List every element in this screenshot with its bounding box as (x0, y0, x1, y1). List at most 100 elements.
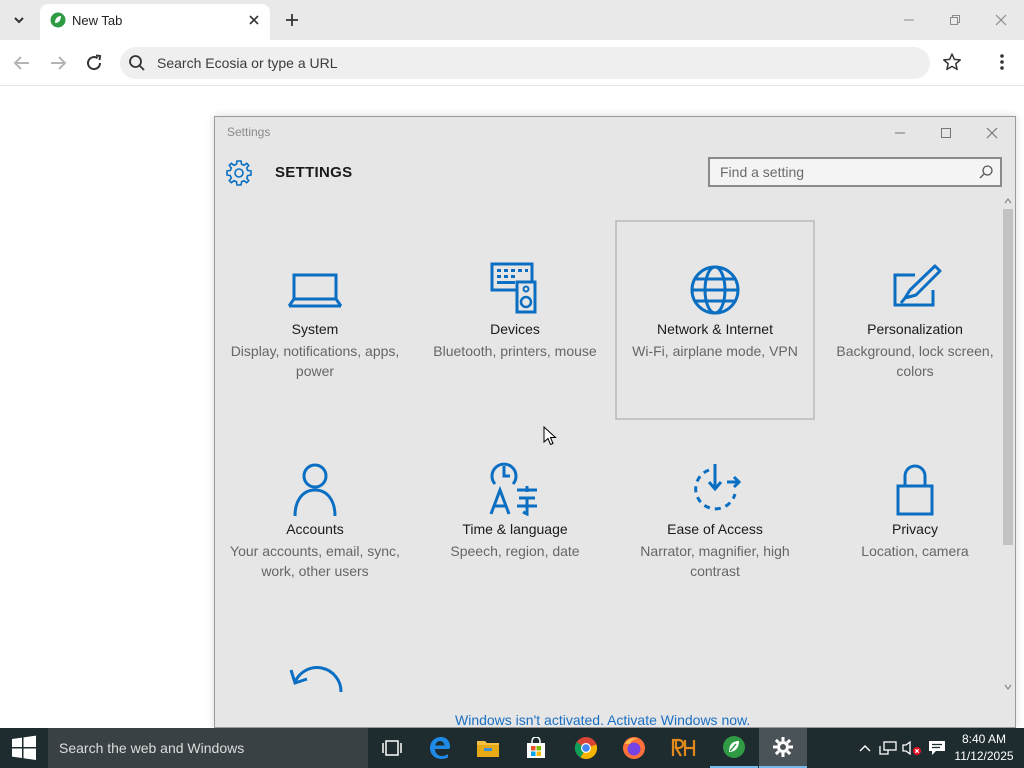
tile-update-security[interactable] (215, 620, 415, 710)
globe-icon (690, 265, 740, 315)
taskbar-search-box[interactable]: Search the web and Windows (48, 728, 368, 768)
address-bar[interactable]: Search Ecosia or type a URL (120, 47, 930, 79)
tile-privacy[interactable]: Privacy Location, camera (815, 420, 1015, 620)
tab-list-button[interactable] (6, 8, 32, 32)
taskbar-settings[interactable] (759, 728, 807, 768)
search-icon (979, 165, 993, 179)
lock-icon (896, 464, 934, 516)
settings-title-bar[interactable]: Settings (215, 117, 1015, 147)
tile-title: Privacy (892, 521, 938, 537)
browser-tab[interactable]: New Tab (40, 4, 270, 40)
maximize-icon (941, 128, 951, 138)
paint-icon (893, 264, 942, 307)
update-icon (289, 666, 343, 693)
tile-description: Bluetooth, printers, mouse (433, 343, 597, 359)
tile-title: Ease of Access (667, 521, 763, 537)
store-icon (527, 737, 545, 758)
chrome-icon (574, 737, 598, 760)
browser-close-button[interactable] (987, 6, 1015, 34)
task-view-button[interactable] (368, 728, 416, 768)
browser-minimize-button[interactable] (895, 6, 923, 34)
settings-window: Settings SETTINGS Find a setting System … (214, 116, 1016, 728)
reload-button[interactable] (81, 50, 107, 76)
tile-network-internet[interactable]: Network & Internet Wi-Fi, airplane mode,… (615, 220, 815, 420)
chevron-down-icon (1004, 684, 1012, 690)
tile-system[interactable]: System Display, notifications, apps, pow… (215, 220, 415, 420)
volume-muted-icon (902, 740, 921, 756)
ease-of-access-icon (694, 464, 742, 511)
time-language-icon (489, 462, 537, 517)
taskbar-edge[interactable] (416, 728, 464, 768)
windows-logo-icon (12, 735, 36, 760)
task-view-icon (382, 740, 402, 756)
tab-close-button[interactable] (244, 10, 264, 30)
new-tab-button[interactable] (280, 8, 304, 32)
star-icon (943, 53, 961, 71)
taskbar-chrome[interactable] (562, 728, 610, 768)
clock-time[interactable]: 8:40 AM (950, 732, 1018, 746)
address-bar-placeholder: Search Ecosia or type a URL (157, 55, 338, 71)
volume-tray-button[interactable] (902, 738, 922, 758)
tile-description: Display, notifications, apps, power (230, 343, 400, 379)
action-center-button[interactable] (927, 738, 947, 758)
taskbar-rh-app[interactable] (660, 728, 708, 768)
browser-restore-button[interactable] (941, 6, 969, 34)
taskbar-file-explorer[interactable] (464, 728, 512, 768)
activate-windows-link[interactable]: Windows isn't activated. Activate Window… (455, 712, 750, 727)
show-hidden-icons-button[interactable] (855, 738, 875, 758)
settings-close-button[interactable] (980, 121, 1004, 145)
tile-accounts[interactable]: Accounts Your accounts, email, sync, wor… (215, 420, 415, 620)
minimize-icon (904, 19, 914, 21)
find-setting-input[interactable]: Find a setting (708, 157, 1002, 187)
reload-icon (87, 54, 102, 71)
folder-icon (477, 741, 499, 757)
mouse-cursor-icon (543, 426, 557, 446)
tile-description: Background, lock screen, colors (836, 343, 994, 379)
close-icon (995, 14, 1007, 26)
tile-devices[interactable]: Devices Bluetooth, printers, mouse (415, 220, 615, 420)
taskbar-ecosia-browser[interactable] (710, 728, 758, 768)
forward-button[interactable] (45, 50, 71, 76)
tile-personalization[interactable]: Personalization Background, lock screen,… (815, 220, 1015, 420)
devices-icon (490, 262, 537, 314)
browser-menu-button[interactable] (990, 50, 1014, 74)
settings-scrollbar[interactable] (1001, 197, 1015, 693)
settings-maximize-button[interactable] (934, 121, 958, 145)
gear-icon (773, 737, 793, 757)
settings-heading: SETTINGS (275, 164, 353, 181)
chevron-up-icon (1004, 198, 1012, 204)
find-setting-placeholder: Find a setting (720, 164, 805, 180)
tile-description: Your accounts, email, sync, work, other … (230, 543, 400, 579)
tile-title: System (291, 321, 339, 337)
taskbar-search-placeholder: Search the web and Windows (59, 740, 245, 756)
minimize-icon (895, 132, 905, 134)
taskbar-store[interactable] (512, 728, 560, 768)
tile-title: Personalization (867, 321, 963, 337)
edge-icon (430, 737, 450, 759)
tile-title: Network & Internet (657, 321, 773, 337)
start-button[interactable] (0, 728, 48, 768)
scrollbar-thumb[interactable] (1003, 209, 1013, 545)
restore-icon (950, 15, 960, 25)
settings-window-title: Settings (227, 125, 271, 139)
arrow-right-icon (51, 56, 67, 70)
bookmark-button[interactable] (940, 50, 964, 74)
tile-time-language[interactable]: Time & language Speech, region, date (415, 420, 615, 620)
clock-date[interactable]: 11/12/2025 (950, 749, 1018, 763)
person-icon (293, 463, 337, 517)
notification-icon (929, 741, 945, 755)
gear-icon (226, 160, 252, 186)
kebab-menu-icon (1000, 54, 1004, 70)
tile-ease-of-access[interactable]: Ease of Access Narrator, magnifier, high… (615, 420, 815, 620)
tab-title: New Tab (72, 13, 123, 28)
tile-description: Wi-Fi, airplane mode, VPN (632, 343, 798, 359)
tile-title: Time & language (462, 521, 568, 537)
settings-minimize-button[interactable] (888, 121, 912, 145)
taskbar-firefox[interactable] (610, 728, 658, 768)
network-tray-button[interactable] (878, 738, 898, 758)
plus-icon (286, 14, 298, 26)
back-button[interactable] (9, 50, 35, 76)
firefox-icon (623, 737, 645, 759)
browser-toolbar: Search Ecosia or type a URL (0, 40, 1024, 86)
ecosia-icon (723, 736, 745, 758)
